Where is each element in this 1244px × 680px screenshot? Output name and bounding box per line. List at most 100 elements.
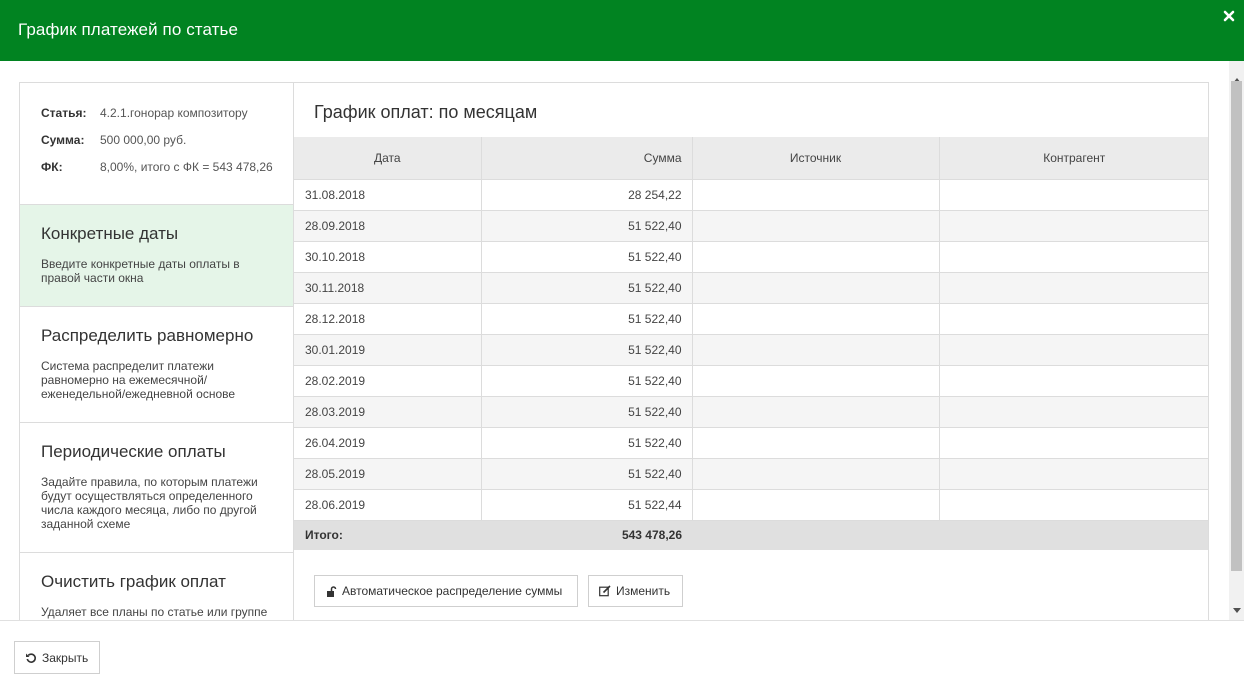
column-header-counterparty[interactable]: Контрагент — [939, 137, 1208, 179]
date-cell[interactable]: 31.08.2018 — [294, 178, 482, 210]
option-periodic-payments[interactable]: Периодические оплаты Задайте правила, по… — [20, 423, 293, 553]
table-row[interactable]: 30.01.2019 51 522,40 — [294, 333, 1208, 365]
counterparty-cell[interactable] — [939, 364, 1208, 396]
total-value: 543 478,26 — [481, 519, 692, 550]
sum-cell[interactable]: 51 522,44 — [481, 488, 693, 520]
column-header-date[interactable]: Дата — [294, 137, 482, 179]
source-cell[interactable] — [692, 364, 940, 396]
total-empty-cell — [939, 519, 1208, 550]
article-info: Статья: 4.2.1.гонорар композитору Сумма:… — [20, 83, 293, 205]
sum-cell[interactable]: 51 522,40 — [481, 426, 693, 458]
close-label: Закрыть — [42, 650, 89, 665]
undo-icon — [26, 652, 36, 663]
counterparty-cell[interactable] — [939, 302, 1208, 334]
sum-cell[interactable]: 51 522,40 — [481, 271, 693, 303]
fk-label: ФК: — [41, 160, 63, 174]
table-row[interactable]: 31.08.2018 28 254,22 — [294, 178, 1208, 210]
edit-icon — [599, 585, 611, 597]
date-cell[interactable]: 30.01.2019 — [294, 333, 482, 365]
dialog-footer: Закрыть — [0, 620, 1244, 680]
date-cell[interactable]: 28.09.2018 — [294, 209, 482, 241]
sum-cell[interactable]: 51 522,40 — [481, 240, 693, 272]
source-cell[interactable] — [692, 457, 940, 489]
source-cell[interactable] — [692, 488, 940, 520]
fk-value: 8,00%, итого с ФК = 543 478,26 — [100, 160, 273, 174]
table-row[interactable]: 26.04.2019 51 522,40 — [294, 426, 1208, 458]
option-title: Периодические оплаты — [41, 442, 226, 461]
table-row[interactable]: 28.05.2019 51 522,40 — [294, 457, 1208, 489]
date-cell[interactable]: 30.11.2018 — [294, 271, 482, 303]
table-row[interactable]: 28.02.2019 51 522,40 — [294, 364, 1208, 396]
table-row[interactable]: 30.11.2018 51 522,40 — [294, 271, 1208, 303]
sum-cell[interactable]: 51 522,40 — [481, 302, 693, 334]
option-clear-schedule[interactable]: Очистить график оплат Удаляет все планы … — [20, 553, 293, 620]
sum-cell[interactable]: 51 522,40 — [481, 209, 693, 241]
scrollbar[interactable] — [1229, 61, 1244, 620]
counterparty-cell[interactable] — [939, 457, 1208, 489]
dialog-content: Статья: 4.2.1.гонорар композитору Сумма:… — [19, 82, 1209, 620]
edit-label: Изменить — [616, 584, 671, 598]
left-panel: Статья: 4.2.1.гонорар композитору Сумма:… — [20, 83, 294, 620]
info-row-article: Статья: 4.2.1.гонорар композитору — [20, 106, 293, 133]
option-desc: Система распределит платежи равномерно н… — [41, 359, 236, 401]
table-header-row: Дата Сумма Источник Контрагент — [294, 137, 1208, 179]
counterparty-cell[interactable] — [939, 209, 1208, 241]
column-header-source[interactable]: Источник — [692, 137, 940, 179]
right-panel: График оплат: по месяцам Дата Сумма Исто… — [294, 83, 1208, 620]
table-row[interactable]: 28.03.2019 51 522,40 — [294, 395, 1208, 427]
option-desc: Удаляет все планы по статье или группе — [41, 605, 268, 619]
source-cell[interactable] — [692, 209, 940, 241]
counterparty-cell[interactable] — [939, 240, 1208, 272]
sum-cell[interactable]: 51 522,40 — [481, 395, 693, 427]
option-distribute-evenly[interactable]: Распределить равномерно Система распреде… — [20, 307, 293, 423]
date-cell[interactable]: 28.05.2019 — [294, 457, 482, 489]
table-row[interactable]: 28.06.2019 51 522,44 — [294, 488, 1208, 520]
table-row[interactable]: 30.10.2018 51 522,40 — [294, 240, 1208, 272]
column-header-sum[interactable]: Сумма — [481, 137, 693, 179]
date-cell[interactable]: 26.04.2019 — [294, 426, 482, 458]
total-row: Итого: 543 478,26 — [294, 519, 1208, 550]
edit-button[interactable]: Изменить — [588, 575, 683, 607]
table-row[interactable]: 28.12.2018 51 522,40 — [294, 302, 1208, 334]
info-row-fk: ФК: 8,00%, итого с ФК = 543 478,26 — [20, 160, 293, 187]
table-row[interactable]: 28.09.2018 51 522,40 — [294, 209, 1208, 241]
counterparty-cell[interactable] — [939, 271, 1208, 303]
sum-cell[interactable]: 51 522,40 — [481, 457, 693, 489]
total-empty-cell — [692, 519, 939, 550]
auto-distribute-label: Автоматическое распределение суммы — [342, 584, 563, 598]
total-label: Итого: — [294, 519, 481, 550]
counterparty-cell[interactable] — [939, 426, 1208, 458]
source-cell[interactable] — [692, 333, 940, 365]
date-cell[interactable]: 28.02.2019 — [294, 364, 482, 396]
article-value: 4.2.1.гонорар композитору — [100, 106, 248, 120]
sum-cell[interactable]: 28 254,22 — [481, 178, 693, 210]
auto-distribute-button[interactable]: Автоматическое распределение суммы — [314, 575, 578, 607]
date-cell[interactable]: 30.10.2018 — [294, 240, 482, 272]
source-cell[interactable] — [692, 178, 940, 210]
counterparty-cell[interactable] — [939, 488, 1208, 520]
option-title: Очистить график оплат — [41, 572, 226, 591]
date-cell[interactable]: 28.12.2018 — [294, 302, 482, 334]
schedule-table: Дата Сумма Источник Контрагент 31.08.201… — [294, 137, 1208, 550]
dialog-header: График платежей по статье — [0, 0, 1244, 61]
sum-cell[interactable]: 51 522,40 — [481, 364, 693, 396]
source-cell[interactable] — [692, 240, 940, 272]
sum-cell[interactable]: 51 522,40 — [481, 333, 693, 365]
counterparty-cell[interactable] — [939, 333, 1208, 365]
counterparty-cell[interactable] — [939, 178, 1208, 210]
scroll-down-arrow-icon[interactable] — [1233, 608, 1241, 613]
close-icon[interactable] — [1222, 9, 1236, 23]
dialog-title: График платежей по статье — [18, 20, 239, 39]
source-cell[interactable] — [692, 271, 940, 303]
counterparty-cell[interactable] — [939, 395, 1208, 427]
source-cell[interactable] — [692, 426, 940, 458]
option-desc: Введите конкретные даты оплаты в правой … — [41, 257, 240, 285]
source-cell[interactable] — [692, 302, 940, 334]
date-cell[interactable]: 28.06.2019 — [294, 488, 482, 520]
source-cell[interactable] — [692, 395, 940, 427]
sum-label: Сумма: — [41, 133, 85, 147]
option-specific-dates[interactable]: Конкретные даты Введите конкретные даты … — [20, 205, 293, 307]
close-button[interactable]: Закрыть — [14, 641, 100, 674]
scrollbar-thumb[interactable] — [1231, 81, 1242, 571]
date-cell[interactable]: 28.03.2019 — [294, 395, 482, 427]
